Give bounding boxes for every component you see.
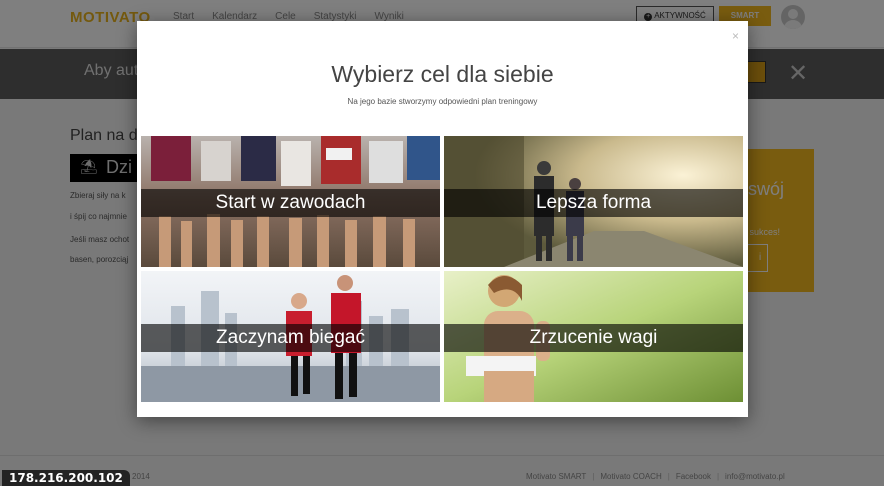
goal-label: Zrzucenie wagi <box>444 324 743 352</box>
goal-tile-race[interactable]: Start w zawodach <box>141 136 440 267</box>
modal-title: Wybierz cel dla siebie <box>331 61 554 87</box>
goal-selection-modal: × Wybierz cel dla siebie Na jego bazie s… <box>137 21 748 417</box>
close-icon[interactable]: × <box>732 29 739 43</box>
goal-label: Lepsza forma <box>444 189 743 217</box>
ip-address-badge: 178.216.200.102 <box>2 470 130 486</box>
goal-tile-start-running[interactable]: Zaczynam biegać <box>141 271 440 402</box>
goal-label: Zaczynam biegać <box>141 324 440 352</box>
goal-tile-weight-loss[interactable]: Zrzucenie wagi <box>444 271 743 402</box>
modal-subtitle: Na jego bazie stworzymy odpowiedni plan … <box>347 97 538 106</box>
goal-label: Start w zawodach <box>141 189 440 217</box>
goal-tile-fitness[interactable]: Lepsza forma <box>444 136 743 267</box>
